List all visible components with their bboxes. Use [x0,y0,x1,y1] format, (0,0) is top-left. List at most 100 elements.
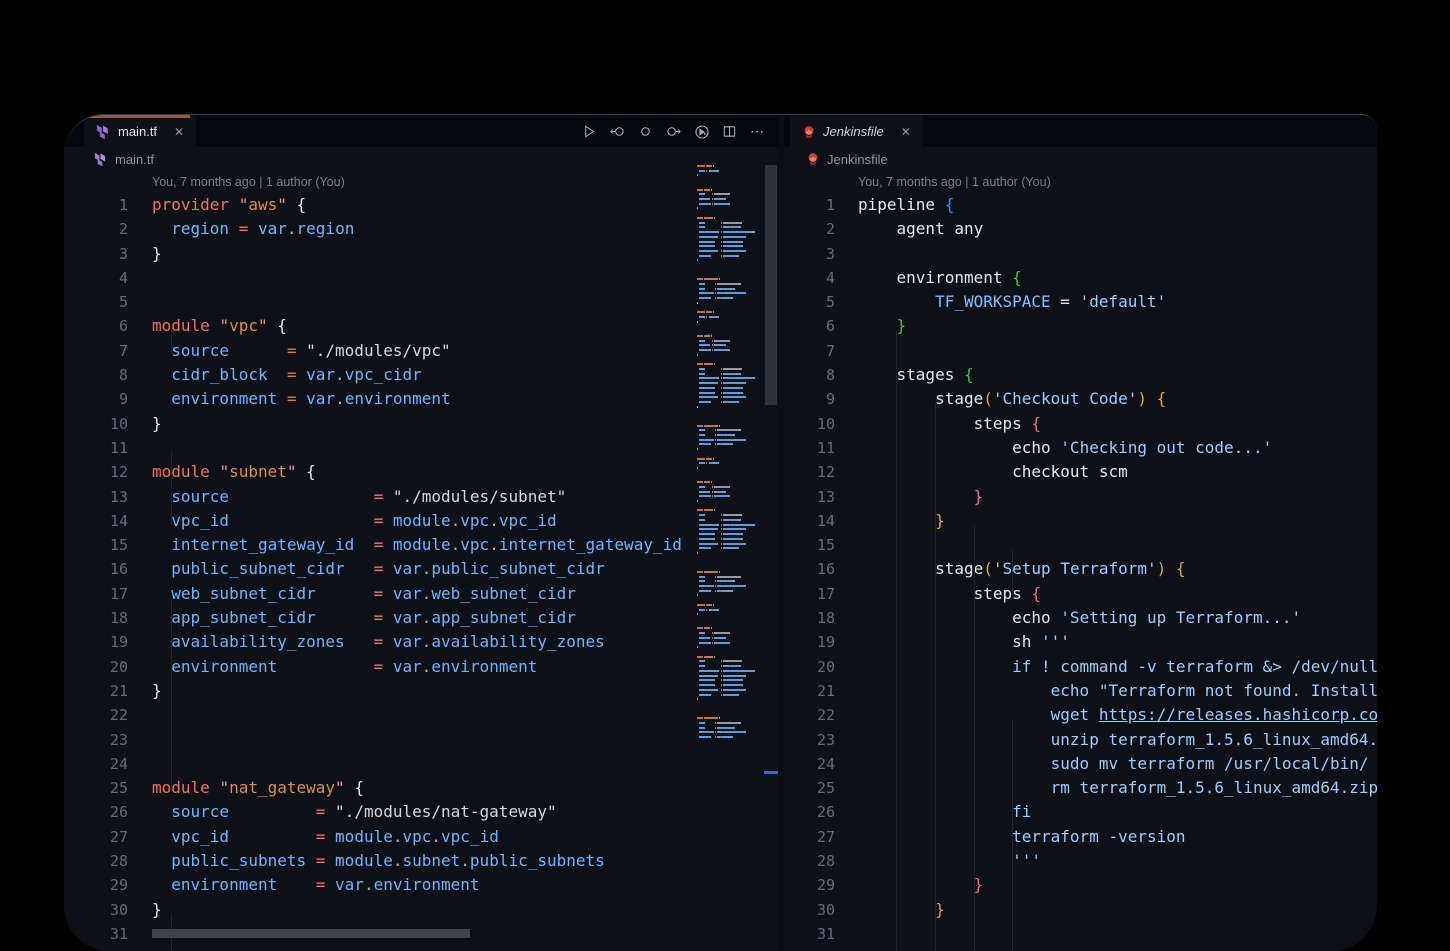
code-line[interactable]: 25 rm terraform_1.5.6_linux_amd64.zip [784,776,1377,800]
line-number: 23 [64,728,128,752]
minimap[interactable] [697,165,761,743]
code-line[interactable]: 27 vpc_id = module.vpc.vpc_id [64,825,779,849]
close-icon[interactable]: ✕ [901,125,911,139]
line-number: 10 [784,412,835,436]
line-number: 17 [64,582,128,606]
code-line[interactable]: 16 public_subnet_cidr = var.public_subne… [64,557,779,581]
line-number: 29 [784,873,835,897]
code-line[interactable]: 3} [64,242,779,266]
code-line[interactable]: 8 cidr_block = var.vpc_cidr [64,363,779,387]
code-line[interactable]: 30 } [784,898,1377,922]
line-number: 31 [64,922,128,946]
line-number: 4 [784,266,835,290]
code-line[interactable]: 15 internet_gateway_id = module.vpc.inte… [64,533,779,557]
editor-main-tf[interactable]: main.tf You, 7 months ago | 1 author (Yo… [64,147,779,951]
horizontal-scrollbar[interactable] [152,929,470,938]
line-number: 3 [784,242,835,266]
line-number: 28 [64,849,128,873]
indent-guide [171,330,172,354]
code-line[interactable]: 26 source = "./modules/nat-gateway" [64,800,779,824]
code-line[interactable]: 1pipeline { [784,193,1377,217]
code-line[interactable]: 27 terraform -version [784,825,1377,849]
code-line[interactable]: 18 echo 'Setting up Terraform...' [784,606,1377,630]
code-line[interactable]: 29 } [784,873,1377,897]
code-line[interactable]: 4 [64,266,779,290]
previous-change-icon[interactable] [608,122,627,141]
code-line[interactable]: 29 environment = var.environment [64,873,779,897]
line-number: 7 [64,339,128,363]
code-line[interactable]: 17 steps { [784,582,1377,606]
code-line[interactable]: 21 echo "Terraform not found. Installing… [784,679,1377,703]
close-icon[interactable]: ✕ [174,125,184,139]
scrollbar-thumb[interactable] [765,165,777,405]
code-line[interactable]: 22 wget https://releases.hashicorp.com/t… [784,703,1377,727]
run-icon[interactable] [580,122,599,141]
breadcrumb-item[interactable]: main.tf [115,152,154,167]
next-change-icon[interactable] [664,122,683,141]
code-line[interactable]: 10} [64,412,779,436]
code-line[interactable]: 13 } [784,485,1377,509]
line-number: 22 [784,703,835,727]
line-number: 9 [64,387,128,411]
editor-group-right: Jenkinsfile ✕ Jenkinsfile You, 7 months … [784,115,1377,951]
code-line[interactable]: 3 [784,242,1377,266]
code-line[interactable]: 14 } [784,509,1377,533]
code-line[interactable]: 20 if ! command -v terraform &> /dev/nul… [784,655,1377,679]
editor-jenkinsfile[interactable]: Jenkinsfile You, 7 months ago | 1 author… [784,147,1377,951]
breadcrumb[interactable]: Jenkinsfile [784,147,1377,171]
code-line[interactable]: 9 stage('Checkout Code') { [784,387,1377,411]
git-blame-annotation[interactable]: You, 7 months ago | 1 author (You) [784,171,1377,193]
line-number: 12 [784,460,835,484]
code-line[interactable]: 28 public_subnets = module.subnet.public… [64,849,779,873]
line-number: 29 [64,873,128,897]
code-line[interactable]: 2 agent any [784,217,1377,241]
line-number: 26 [64,800,128,824]
code-line[interactable]: 8 stages { [784,363,1377,387]
code-line[interactable]: 6 } [784,314,1377,338]
line-number: 1 [784,193,835,217]
changes-icon[interactable] [636,122,655,141]
code-line[interactable]: 4 environment { [784,266,1377,290]
code-line[interactable]: 11 echo 'Checking out code...' [784,436,1377,460]
line-number: 27 [64,825,128,849]
code-line[interactable]: 1provider "aws" { [64,193,779,217]
breadcrumb[interactable]: main.tf [64,147,779,171]
code-line[interactable]: 26 fi [784,800,1377,824]
git-blame-annotation[interactable]: You, 7 months ago | 1 author (You) [64,171,779,193]
code-area-jenkinsfile[interactable]: 1pipeline {2 agent any34 environment {5 … [784,193,1377,946]
indent-guide [171,452,172,525]
code-line[interactable]: 31 [784,922,1377,946]
breadcrumb-item[interactable]: Jenkinsfile [827,152,888,167]
line-number: 13 [64,485,128,509]
line-number: 19 [64,630,128,654]
vertical-scrollbar[interactable] [764,165,778,951]
line-number: 14 [784,509,835,533]
code-line[interactable]: 28 ''' [784,849,1377,873]
code-line[interactable]: 5 [64,290,779,314]
code-line[interactable]: 23 unzip terraform_1.5.6_linux_amd64.zip [784,728,1377,752]
code-line[interactable]: 16 stage('Setup Terraform') { [784,557,1377,581]
code-line[interactable]: 24 sudo mv terraform /usr/local/bin/ [784,752,1377,776]
code-line[interactable]: 19 sh ''' [784,630,1377,654]
indent-guide [896,330,897,951]
line-number: 21 [64,679,128,703]
code-line[interactable]: 10 steps { [784,412,1377,436]
code-line[interactable]: 7 [784,339,1377,363]
code-area-main-tf[interactable]: 1provider "aws" {2 region = var.region3}… [64,193,779,946]
tab-main-tf[interactable]: main.tf ✕ [84,116,196,147]
line-number: 20 [64,655,128,679]
terraform-icon [94,152,108,166]
jenkins-icon [806,152,820,166]
code-line[interactable]: 15 [784,533,1377,557]
code-line[interactable]: 9 environment = var.environment [64,387,779,411]
jenkins-icon [802,125,816,139]
split-editor-icon[interactable] [720,122,739,141]
code-line[interactable]: 12 checkout scm [784,460,1377,484]
more-actions-icon[interactable]: ⋯ [748,122,767,141]
code-line[interactable]: 2 region = var.region [64,217,779,241]
code-line[interactable]: 5 TF_WORKSPACE = 'default' [784,290,1377,314]
line-number: 5 [64,290,128,314]
line-number: 30 [784,898,835,922]
run-or-debug-icon[interactable] [692,122,711,141]
tab-jenkinsfile[interactable]: Jenkinsfile ✕ [790,116,923,147]
